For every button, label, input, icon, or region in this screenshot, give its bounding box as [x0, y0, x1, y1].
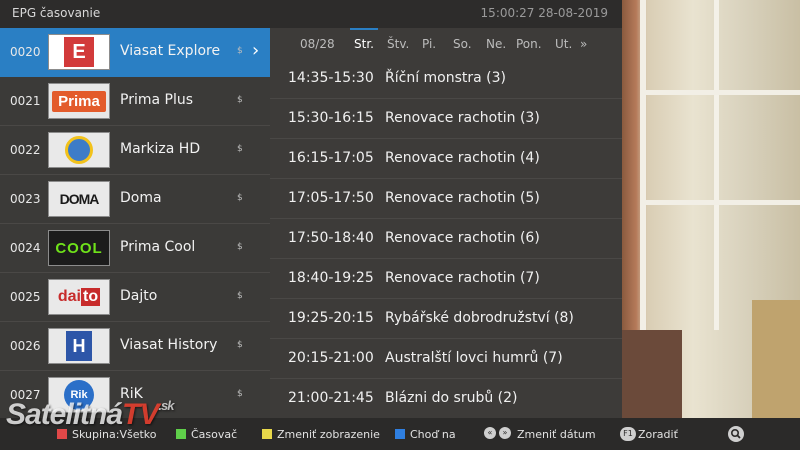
channel-number: 0025 [10, 290, 41, 304]
paid-icon: $ [237, 46, 243, 56]
channel-item[interactable]: 0022 Markiza HD $ [0, 126, 270, 175]
channel-item[interactable]: 0026 H Viasat History $ [0, 322, 270, 371]
channel-logo: H [48, 328, 110, 364]
date-bar: 08/28 Str. Štv. Pi. So. Ne. Pon. Ut. » [270, 28, 622, 58]
window-bar [640, 200, 800, 205]
video-object [752, 300, 800, 418]
channel-logo: DOMA [48, 181, 110, 217]
channel-name: Doma [120, 190, 162, 206]
channel-number: 0021 [10, 94, 41, 108]
watermark-logo: SatelitnáTV.sk [6, 398, 174, 431]
program-panel: 08/28 Str. Štv. Pi. So. Ne. Pon. Ut. » 1… [270, 28, 622, 418]
channel-item[interactable]: 0024 COOL Prima Cool $ [0, 224, 270, 273]
tab-day[interactable]: Str. [350, 28, 378, 51]
tab-day[interactable]: So. [453, 37, 472, 51]
selected-underline [350, 28, 378, 30]
program-row[interactable]: 17:50-18:40 Renovace rachotin (6) [270, 219, 622, 259]
program-row[interactable]: 18:40-19:25 Renovace rachotin (7) [270, 259, 622, 299]
tab-day[interactable]: Pon. [516, 37, 542, 51]
program-time: 17:50-18:40 [288, 230, 374, 246]
clock: 15:00:27 28-08-2019 [480, 6, 608, 20]
program-time: 17:05-17:50 [288, 190, 374, 206]
program-time: 14:35-15:30 [288, 70, 374, 86]
paid-icon: $ [237, 95, 243, 105]
program-time: 15:30-16:15 [288, 110, 374, 126]
channel-number: 0026 [10, 339, 41, 353]
hint-sort[interactable]: Zoradiť [638, 428, 678, 441]
program-row[interactable]: 20:15-21:00 Australští lovci humrů (7) [270, 339, 622, 379]
channel-number: 0020 [10, 45, 41, 59]
paid-icon: $ [237, 340, 243, 350]
channel-item[interactable]: 0020 E Viasat Explore $ › [0, 28, 270, 77]
program-row[interactable]: 17:05-17:50 Renovace rachotin (5) [270, 179, 622, 219]
channel-logo: COOL [48, 230, 110, 266]
channel-number: 0022 [10, 143, 41, 157]
channel-name: Viasat Explore [120, 43, 221, 59]
f1-key-icon: F1 [620, 427, 636, 441]
rewind-key-icon: « [484, 427, 496, 439]
channel-item[interactable]: 0021 Prima Prima Plus $ [0, 77, 270, 126]
forward-key-icon: » [499, 427, 511, 439]
chevron-right-icon: › [252, 40, 260, 61]
program-title: Renovace rachotin (4) [385, 150, 540, 166]
channel-list: 0020 E Viasat Explore $ › 0021 Prima Pri… [0, 28, 270, 420]
channel-item[interactable]: 0025 dai to Dajto $ [0, 273, 270, 322]
channel-name: Dajto [120, 288, 158, 304]
program-row[interactable]: 14:35-15:30 Říční monstra (3) [270, 59, 622, 99]
program-title: Rybářské dobrodružství (8) [385, 310, 574, 326]
channel-name: Prima Plus [120, 92, 194, 108]
next-days-icon[interactable]: » [580, 37, 587, 51]
paid-icon: $ [237, 193, 243, 203]
program-title: Renovace rachotin (7) [385, 270, 540, 286]
channel-name: Viasat History [120, 337, 218, 353]
program-title: Renovace rachotin (6) [385, 230, 540, 246]
hint-change-date[interactable]: Zmeniť dátum [517, 428, 596, 441]
program-time: 16:15-17:05 [288, 150, 374, 166]
channel-logo: dai to [48, 279, 110, 315]
page-title: EPG časovanie [12, 6, 101, 20]
channel-logo [48, 132, 110, 168]
blue-key-icon [395, 429, 405, 439]
window-bar [640, 90, 800, 95]
channel-logo: Prima [48, 83, 110, 119]
channel-item[interactable]: 0023 DOMA Doma $ [0, 175, 270, 224]
tab-day[interactable]: Ut. [555, 37, 572, 51]
video-object [622, 330, 682, 418]
program-row[interactable]: 19:25-20:15 Rybářské dobrodružství (8) [270, 299, 622, 339]
paid-icon: $ [237, 291, 243, 301]
video-preview [622, 0, 800, 418]
paid-icon: $ [237, 242, 243, 252]
paid-icon: $ [237, 144, 243, 154]
program-time: 20:15-21:00 [288, 350, 374, 366]
window-frame-mid [714, 0, 719, 330]
channel-number: 0023 [10, 192, 41, 206]
program-title: Australští lovci humrů (7) [385, 350, 563, 366]
program-row[interactable]: 15:30-16:15 Renovace rachotin (3) [270, 99, 622, 139]
current-date: 08/28 [300, 37, 335, 51]
program-time: 21:00-21:45 [288, 390, 374, 406]
tab-day[interactable]: Štv. [387, 37, 409, 51]
channel-name: Markiza HD [120, 141, 201, 157]
top-bar: EPG časovanie 15:00:27 28-08-2019 [0, 0, 622, 28]
hint-go-to[interactable]: Choď na [410, 428, 456, 441]
program-title: Renovace rachotin (5) [385, 190, 540, 206]
program-time: 18:40-19:25 [288, 270, 374, 286]
channel-name: Prima Cool [120, 239, 196, 255]
tab-day[interactable]: Pi. [422, 37, 436, 51]
program-row[interactable]: 21:00-21:45 Blázni do srubů (2) [270, 379, 622, 419]
channel-number: 0024 [10, 241, 41, 255]
channel-logo: E [48, 34, 110, 70]
program-title: Říční monstra (3) [385, 70, 507, 86]
tab-day[interactable]: Ne. [486, 37, 506, 51]
program-title: Blázni do srubů (2) [385, 390, 518, 406]
program-title: Renovace rachotin (3) [385, 110, 540, 126]
program-row[interactable]: 16:15-17:05 Renovace rachotin (4) [270, 139, 622, 179]
program-time: 19:25-20:15 [288, 310, 374, 326]
search-icon[interactable] [728, 426, 744, 442]
hint-change-view[interactable]: Zmeniť zobrazenie [277, 428, 380, 441]
